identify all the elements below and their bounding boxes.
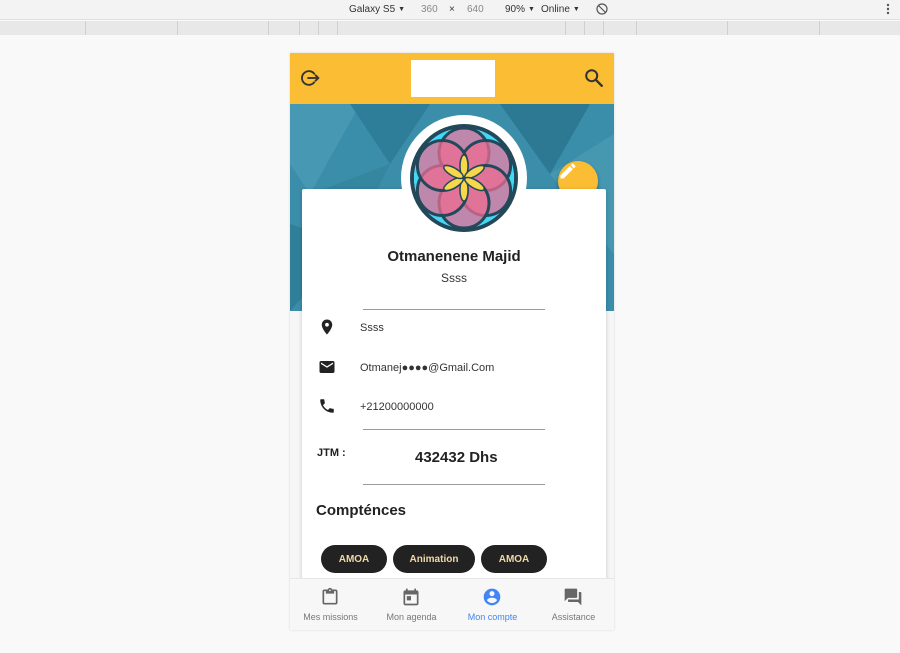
profile-card: Otmanenene Majid Ssss Ssss Otmanej●●●●@G… — [302, 115, 606, 630]
phone-row: +21200000000 — [318, 397, 598, 419]
app-bar — [290, 53, 614, 104]
clipboard-icon — [320, 587, 340, 607]
location-pin-icon — [318, 318, 336, 336]
nav-mes-missions[interactable]: Mes missions — [290, 579, 371, 630]
search-icon[interactable] — [583, 67, 605, 89]
phone-viewport: Otmanenene Majid Ssss Ssss Otmanej●●●●@G… — [290, 53, 614, 630]
logout-icon[interactable] — [300, 67, 322, 89]
email-row: Otmanej●●●●@Gmail.Com — [318, 358, 598, 380]
profile-name: Otmanenene Majid — [387, 248, 521, 265]
more-vert-icon[interactable] — [886, 3, 890, 18]
nav-assistance[interactable]: Assistance — [533, 579, 614, 630]
nav-label: Assistance — [551, 612, 596, 622]
nav-mon-compte[interactable]: Mon compte — [452, 579, 533, 630]
account-circle-icon — [482, 587, 502, 607]
divider — [363, 309, 545, 310]
pencil-icon — [560, 163, 576, 179]
divider — [363, 484, 545, 485]
nav-label: Mes missions — [303, 612, 358, 622]
flower-of-life-avatar — [401, 115, 527, 241]
email-text: Otmanej●●●●@Gmail.Com — [360, 362, 495, 374]
jtm-value: 432432 Dhs — [415, 449, 498, 466]
mail-icon — [318, 358, 336, 376]
phone-icon — [318, 397, 336, 415]
viewport-height[interactable]: 640 — [467, 4, 484, 15]
zoom-select[interactable]: 90% ▼ — [505, 4, 535, 15]
nav-mon-agenda[interactable]: Mon agenda — [371, 579, 452, 630]
network-select[interactable]: Online ▼ — [541, 4, 580, 15]
nav-label: Mon agenda — [386, 612, 437, 622]
rotate-icon[interactable] — [596, 3, 608, 18]
location-text: Ssss — [360, 322, 384, 334]
location-row: Ssss — [318, 318, 598, 340]
viewport-width[interactable]: 360 — [421, 4, 438, 15]
dimension-separator: × — [449, 4, 455, 15]
profile-subtitle: Ssss — [440, 271, 467, 285]
skill-chip[interactable]: Animation — [393, 545, 475, 573]
bottom-navigation: Mes missions Mon agenda Mon compte Assis… — [290, 578, 614, 630]
skills-title: Compténces — [316, 502, 407, 519]
jtm-label: JTM : — [317, 447, 346, 459]
nav-label: Mon compte — [467, 612, 518, 622]
chat-icon — [563, 587, 583, 607]
phone-text: +21200000000 — [360, 401, 434, 413]
skill-chip[interactable]: AMOA — [481, 545, 547, 573]
divider — [363, 429, 545, 430]
skill-chip[interactable]: AMOA — [321, 545, 387, 573]
calendar-icon — [401, 587, 421, 607]
media-query-ruler — [0, 21, 900, 35]
device-select[interactable]: Galaxy S5 ▼ — [349, 4, 405, 15]
app-logo — [411, 60, 495, 97]
device-toolbar: Galaxy S5 ▼ 360 × 640 90% ▼ Online ▼ — [0, 0, 900, 20]
